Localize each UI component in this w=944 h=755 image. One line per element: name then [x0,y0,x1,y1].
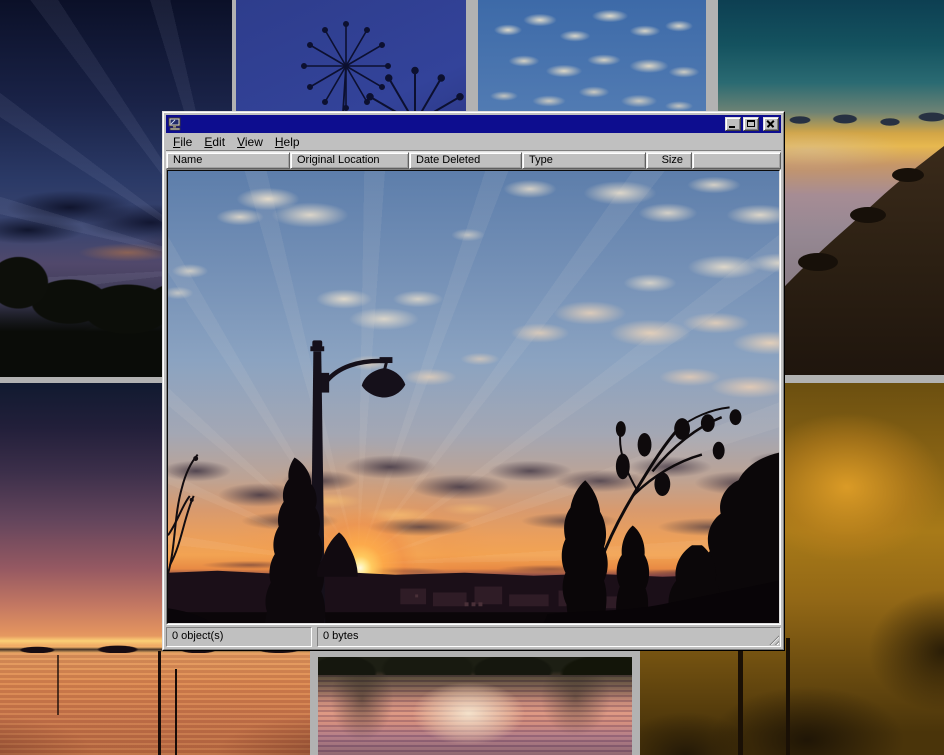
column-header-name[interactable]: Name [166,152,290,169]
wallpaper-tile-lake-reflection [318,657,632,755]
column-header-size[interactable]: Size [646,152,692,169]
status-bytes: 0 bytes [317,627,781,647]
column-header-type[interactable]: Type [522,152,646,169]
maximize-button[interactable] [743,117,759,131]
menu-edit[interactable]: Edit [198,134,231,150]
column-header-date-deleted[interactable]: Date Deleted [409,152,522,169]
column-header-filler [692,152,781,169]
menu-help[interactable]: Help [269,134,306,150]
close-button[interactable] [763,117,779,131]
recycle-bin-window: File Edit View Help Name Original Locati… [162,111,785,651]
silhouettes [168,171,779,623]
computer-icon[interactable] [168,117,182,131]
blurred-pole [738,643,743,755]
menu-bar: File Edit View Help [166,133,781,152]
sunset-photo-background [168,171,779,623]
column-header-original-location[interactable]: Original Location [290,152,409,169]
water-reflection [0,653,310,755]
titlebar[interactable] [166,115,781,133]
list-view [166,169,781,625]
water-pole [158,651,161,755]
blurred-pole [786,638,790,755]
menu-file[interactable]: File [167,134,198,150]
left-branches [168,455,198,574]
rippled-water [318,675,632,755]
status-objects: 0 object(s) [166,627,312,647]
menu-view[interactable]: View [231,134,269,150]
column-headers: Name Original Location Date Deleted Type… [166,152,781,169]
minimize-button[interactable] [725,117,741,131]
water-pole [175,669,177,755]
status-bar: 0 object(s) 0 bytes [166,627,781,647]
water-pole [57,655,59,715]
